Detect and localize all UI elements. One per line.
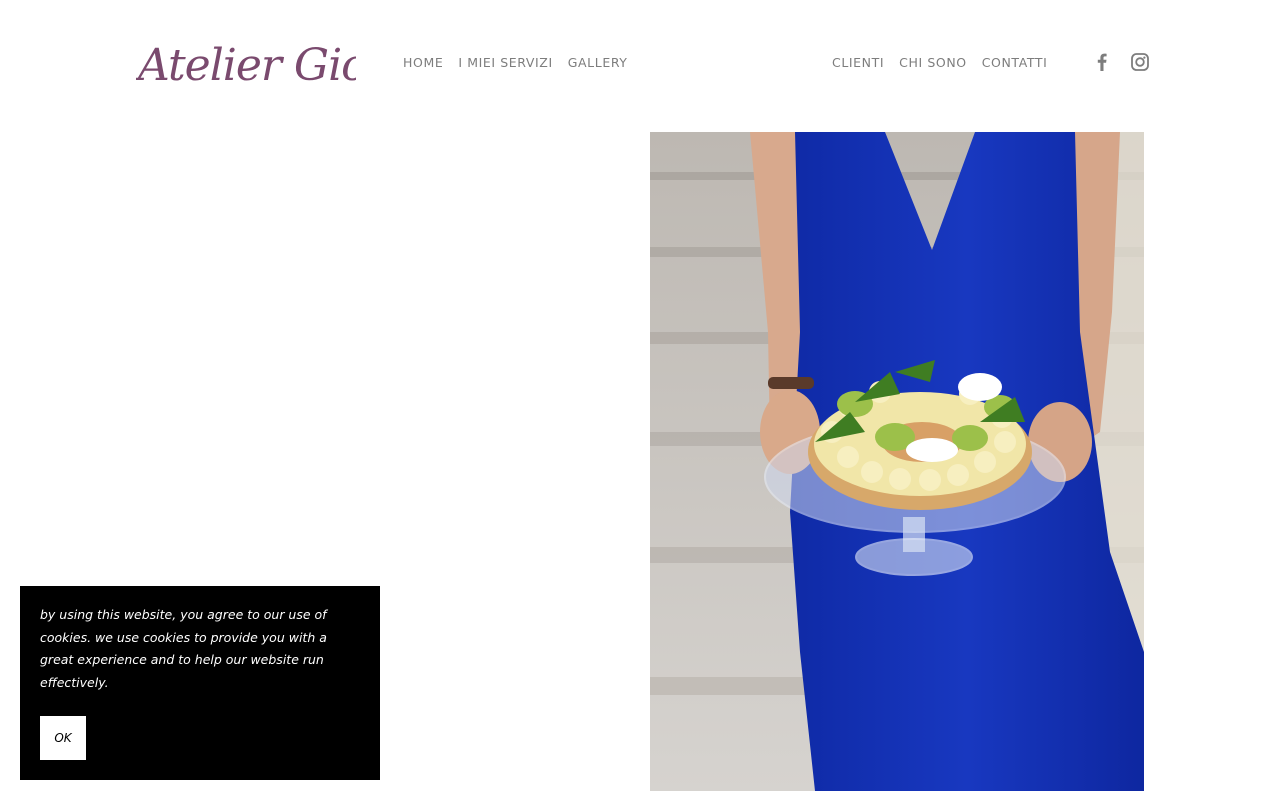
nav-gallery[interactable]: GALLERY [568,55,628,70]
social-links [1092,51,1150,73]
nav-contact[interactable]: CONTATTI [982,55,1048,70]
cookie-ok-button[interactable]: OK [40,716,86,760]
cookie-banner: by using this website, you agree to our … [20,586,380,780]
nav-home[interactable]: HOME [403,55,443,70]
site-logo[interactable]: Atelier Giovi [136,22,356,102]
nav-about[interactable]: CHI SONO [899,55,967,70]
main-nav-left: HOME I MIEI SERVIZI GALLERY [403,55,643,70]
nav-services[interactable]: I MIEI SERVIZI [458,55,552,70]
main-nav-right: CLIENTI CHI SONO CONTATTI [832,55,1062,70]
instagram-icon[interactable] [1130,51,1150,73]
logo-text: Atelier Giovi [136,40,356,91]
facebook-icon[interactable] [1092,51,1112,73]
hero-photo [650,132,1144,791]
cookie-message: by using this website, you agree to our … [40,607,327,690]
nav-clients[interactable]: CLIENTI [832,55,884,70]
